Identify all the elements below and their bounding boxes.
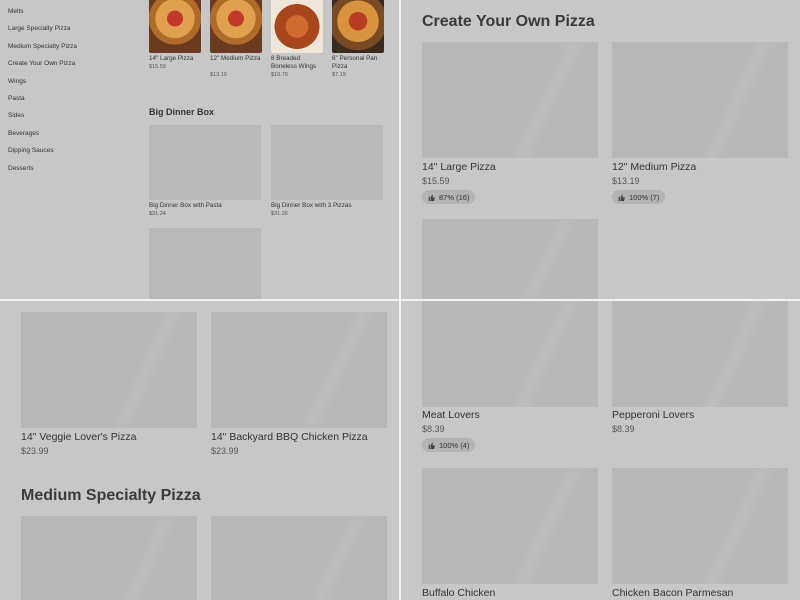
product-image[interactable] bbox=[149, 0, 201, 53]
product-image[interactable] bbox=[332, 0, 384, 53]
sidebar-item-beverages[interactable]: Beverages bbox=[8, 126, 138, 143]
product-price: $13.19 bbox=[210, 72, 227, 78]
panel-top-right: Create Your Own Pizza 14" Large Pizza $1… bbox=[401, 0, 800, 299]
product-image[interactable] bbox=[21, 516, 197, 600]
panel-top-left: Melts Large Specialty Pizza Medium Speci… bbox=[0, 0, 399, 299]
rating-text: 100% (4) bbox=[439, 440, 470, 450]
product-image[interactable] bbox=[149, 228, 261, 299]
product-image[interactable] bbox=[612, 468, 788, 584]
product-image[interactable] bbox=[422, 468, 598, 584]
section-title-big-dinner-box: Big Dinner Box bbox=[149, 107, 215, 117]
sidebar-item-sides[interactable]: Sides bbox=[8, 108, 138, 125]
panel-bottom-right: Meat Lovers $8.39 100% (4) Pepperoni Lov… bbox=[401, 301, 800, 600]
product-name[interactable]: Chicken Bacon Parmesan bbox=[612, 587, 733, 599]
product-name[interactable]: Pepperoni Lovers bbox=[612, 409, 694, 421]
product-name[interactable]: Buffalo Chicken bbox=[422, 587, 495, 599]
thumbs-up-icon bbox=[618, 194, 625, 201]
product-price: $15.59 bbox=[422, 176, 450, 186]
product-image[interactable] bbox=[422, 301, 598, 407]
product-image[interactable] bbox=[612, 301, 788, 407]
product-name[interactable]: Big Dinner Box with 3 Pizzas bbox=[271, 202, 352, 210]
product-image[interactable] bbox=[211, 516, 387, 600]
product-price: $7.19 bbox=[332, 72, 346, 78]
product-image[interactable] bbox=[211, 312, 387, 428]
product-image[interactable] bbox=[210, 0, 262, 53]
product-image[interactable] bbox=[612, 42, 788, 158]
rating-badge: 100% (7) bbox=[612, 190, 666, 204]
sidebar-item-create-your-own-pizza[interactable]: Create Your Own Pizza bbox=[8, 56, 138, 73]
thumbs-up-icon bbox=[428, 442, 435, 449]
product-name[interactable]: 12" Medium Pizza bbox=[210, 55, 262, 63]
rating-badge: 100% (4) bbox=[422, 438, 476, 452]
product-price: $10.79 bbox=[271, 72, 288, 78]
section-title-create-your-own-pizza: Create Your Own Pizza bbox=[422, 13, 595, 30]
sidebar-item-dipping-sauces[interactable]: Dipping Sauces bbox=[8, 143, 138, 160]
sidebar-item-melts[interactable]: Melts bbox=[8, 4, 138, 21]
panel-bottom-left: 14" Veggie Lover's Pizza $23.99 14" Back… bbox=[0, 301, 399, 600]
product-name[interactable]: 14" Backyard BBQ Chicken Pizza bbox=[211, 431, 368, 443]
sidebar-item-wings[interactable]: Wings bbox=[8, 74, 138, 91]
product-name[interactable]: 12" Medium Pizza bbox=[612, 161, 696, 173]
category-sidebar: Melts Large Specialty Pizza Medium Speci… bbox=[8, 4, 138, 178]
product-name[interactable]: 8 Breaded Boneless Wings bbox=[271, 55, 327, 70]
product-name[interactable]: 14" Veggie Lover's Pizza bbox=[21, 431, 136, 443]
product-name[interactable]: 14" Large Pizza bbox=[422, 161, 496, 173]
product-image[interactable] bbox=[271, 0, 323, 53]
product-name[interactable]: 6" Personal Pan Pizza bbox=[332, 55, 384, 70]
rating-text: 87% (16) bbox=[439, 192, 470, 202]
sidebar-item-pasta[interactable]: Pasta bbox=[8, 91, 138, 108]
product-name[interactable]: Meat Lovers bbox=[422, 409, 480, 421]
product-price: $23.99 bbox=[211, 446, 239, 456]
section-title-medium-specialty-pizza: Medium Specialty Pizza bbox=[21, 487, 201, 504]
rating-badge: 87% (16) bbox=[422, 190, 476, 204]
thumbs-up-icon bbox=[428, 194, 435, 201]
product-name[interactable]: 14" Large Pizza bbox=[149, 55, 205, 63]
product-price: $31.24 bbox=[149, 211, 166, 217]
product-price: $13.19 bbox=[612, 176, 640, 186]
product-name[interactable]: Big Dinner Box with Pasta bbox=[149, 202, 222, 210]
product-image[interactable] bbox=[149, 125, 261, 200]
product-price: $31.26 bbox=[271, 211, 288, 217]
product-price: $15.59 bbox=[149, 64, 166, 70]
rating-text: 100% (7) bbox=[629, 192, 660, 202]
sidebar-item-medium-specialty-pizza[interactable]: Medium Specialty Pizza bbox=[8, 39, 138, 56]
product-image[interactable] bbox=[422, 42, 598, 158]
product-price: $8.39 bbox=[422, 424, 445, 434]
sidebar-item-desserts[interactable]: Desserts bbox=[8, 161, 138, 178]
product-image[interactable] bbox=[271, 125, 383, 200]
product-image[interactable] bbox=[21, 312, 197, 428]
product-price: $23.99 bbox=[21, 446, 49, 456]
divider-horizontal bbox=[0, 299, 800, 301]
product-image[interactable] bbox=[422, 219, 598, 299]
sidebar-item-large-specialty-pizza[interactable]: Large Specialty Pizza bbox=[8, 21, 138, 38]
product-price: $8.39 bbox=[612, 424, 635, 434]
